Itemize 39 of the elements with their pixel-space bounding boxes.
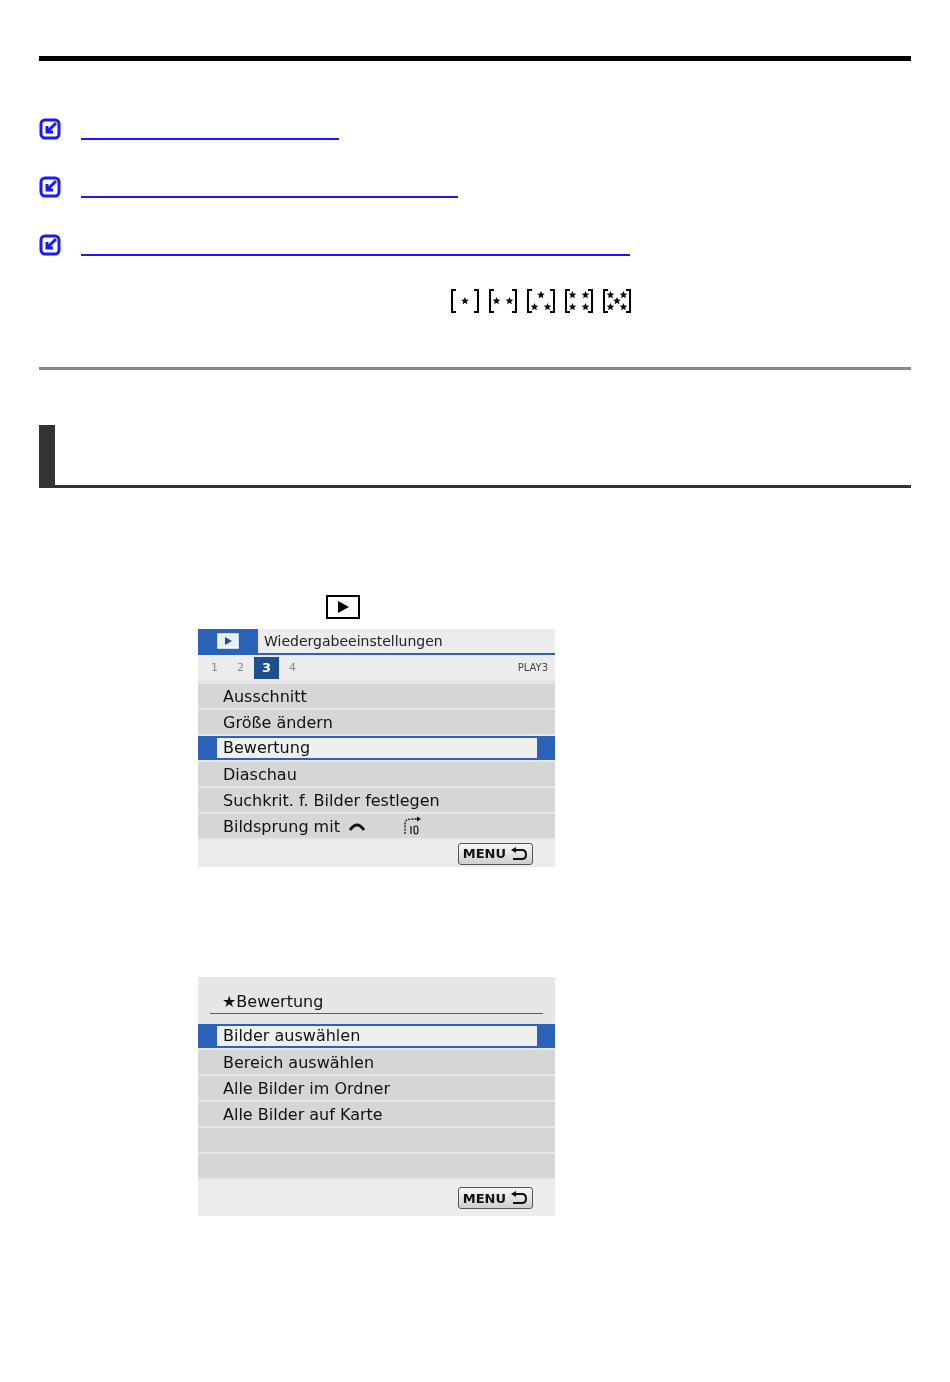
menu-item-label: Bewertung — [217, 738, 537, 758]
rating-icon — [601, 288, 633, 314]
play-icon — [217, 633, 239, 649]
menu-item-label: Diaschau — [223, 764, 297, 784]
menu-tab[interactable]: 3 — [254, 656, 279, 679]
menu-back-button[interactable]: MENU — [457, 1187, 533, 1209]
return-icon — [510, 1191, 528, 1205]
link[interactable] — [81, 254, 630, 256]
menu-item[interactable]: Bereich auswählen — [198, 1050, 555, 1074]
menu-back-button[interactable]: MENU — [457, 842, 533, 865]
menu-item[interactable]: Diaschau — [198, 762, 555, 786]
menu-item-label: Größe ändern — [223, 712, 333, 732]
link[interactable] — [81, 196, 458, 198]
menu-item-label: Alle Bilder im Ordner — [223, 1078, 391, 1098]
menu-item-label: Suchkrit. f. Bilder festlegen — [223, 790, 440, 810]
menu-item[interactable]: Alle Bilder im Ordner — [198, 1076, 555, 1100]
menu-item[interactable]: Bildsprung mit — [198, 814, 555, 838]
menu-item[interactable]: Ausschnitt — [198, 684, 555, 708]
menu-item[interactable]: Bewertung — [198, 736, 555, 760]
rating-icon — [563, 288, 595, 314]
dial-icon — [347, 821, 366, 831]
menu-item-label: Bereich auswählen — [223, 1052, 375, 1072]
rating-icon — [449, 288, 481, 314]
rating-icon — [487, 288, 519, 314]
link[interactable] — [81, 138, 339, 140]
page-label: PLAY3 — [517, 662, 548, 673]
menu-item-label: Alle Bilder auf Karte — [223, 1104, 383, 1124]
return-icon — [510, 846, 528, 861]
menu-item[interactable]: Bilder auswählen — [198, 1024, 555, 1048]
menu-item[interactable]: Suchkrit. f. Bilder festlegen — [198, 788, 555, 812]
rating-icon — [525, 288, 557, 314]
menu-item[interactable]: Größe ändern — [198, 710, 555, 734]
menu-item[interactable]: Alle Bilder auf Karte — [198, 1102, 555, 1126]
menu-item-label: Ausschnitt — [223, 686, 307, 706]
menu-item-label: Bildsprung mit — [223, 816, 340, 836]
menu-title: Wiedergabeeinstellungen — [263, 632, 443, 651]
menu-title: ★Bewertung — [222, 992, 324, 1013]
play-icon — [326, 595, 360, 619]
menu-item-label: Bilder auswählen — [217, 1026, 537, 1046]
